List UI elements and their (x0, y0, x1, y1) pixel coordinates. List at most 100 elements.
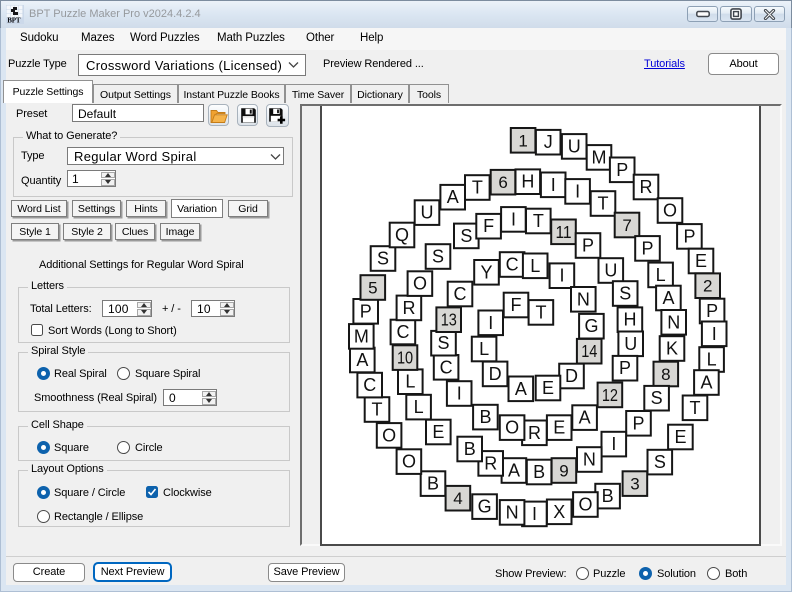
svg-text:D: D (565, 366, 578, 386)
svg-text:P: P (582, 236, 594, 256)
svg-text:A: A (662, 288, 674, 308)
svg-text:L: L (414, 397, 424, 417)
svg-text:E: E (674, 427, 686, 447)
svg-text:8: 8 (661, 365, 670, 384)
svg-text:I: I (511, 209, 516, 229)
svg-text:R: R (402, 298, 415, 318)
svg-text:P: P (616, 160, 628, 180)
svg-text:H: H (521, 172, 534, 192)
svg-text:E: E (542, 378, 554, 398)
svg-text:A: A (356, 350, 368, 370)
svg-text:3: 3 (630, 475, 639, 494)
svg-text:M: M (354, 326, 369, 346)
svg-text:C: C (454, 284, 467, 304)
svg-text:O: O (578, 495, 592, 515)
svg-text:14: 14 (581, 341, 597, 361)
svg-text:I: I (551, 175, 556, 195)
svg-text:Q: Q (395, 225, 409, 245)
svg-text:O: O (413, 274, 427, 294)
svg-text:B: B (479, 407, 491, 427)
svg-text:12: 12 (602, 385, 618, 405)
svg-text:T: T (690, 398, 701, 418)
svg-text:D: D (489, 364, 502, 384)
svg-text:G: G (478, 497, 492, 517)
svg-text:E: E (695, 251, 707, 271)
svg-text:T: T (472, 178, 483, 198)
svg-text:T: T (533, 211, 544, 231)
svg-text:A: A (579, 408, 591, 428)
svg-text:I: I (611, 434, 616, 454)
svg-text:R: R (528, 423, 541, 443)
svg-text:P: P (642, 238, 654, 258)
svg-text:T: T (598, 194, 609, 214)
svg-text:R: R (640, 177, 653, 197)
svg-text:S: S (438, 333, 450, 353)
svg-text:H: H (623, 310, 636, 330)
svg-text:L: L (479, 339, 489, 359)
svg-text:A: A (447, 187, 459, 207)
svg-text:E: E (432, 422, 444, 442)
svg-text:P: P (360, 301, 372, 321)
svg-text:B: B (602, 486, 614, 506)
svg-text:13: 13 (441, 310, 457, 330)
svg-text:R: R (484, 453, 497, 473)
svg-text:U: U (568, 136, 581, 156)
svg-text:N: N (583, 450, 596, 470)
svg-text:C: C (506, 255, 519, 275)
svg-text:P: P (683, 226, 695, 246)
svg-text:I: I (712, 324, 717, 344)
svg-text:T: T (535, 302, 546, 322)
svg-text:A: A (700, 373, 712, 393)
svg-text:K: K (666, 339, 678, 359)
svg-text:J: J (544, 132, 553, 152)
svg-text:A: A (508, 461, 520, 481)
svg-text:F: F (483, 216, 494, 236)
svg-text:N: N (577, 289, 590, 309)
svg-text:S: S (460, 226, 472, 246)
svg-text:S: S (651, 388, 663, 408)
svg-text:O: O (402, 452, 416, 472)
svg-text:N: N (667, 312, 680, 332)
svg-text:S: S (432, 247, 444, 267)
svg-text:L: L (656, 265, 666, 285)
svg-text:N: N (506, 502, 519, 522)
svg-text:P: P (706, 301, 718, 321)
svg-text:C: C (440, 357, 453, 377)
svg-text:P: P (633, 413, 645, 433)
svg-text:10: 10 (397, 348, 413, 368)
svg-text:I: I (575, 181, 580, 201)
svg-text:O: O (663, 201, 677, 221)
svg-text:C: C (396, 322, 409, 342)
svg-text:7: 7 (622, 216, 631, 235)
svg-text:L: L (707, 350, 717, 370)
svg-text:B: B (427, 474, 439, 494)
svg-text:I: I (457, 384, 462, 404)
svg-text:U: U (421, 203, 434, 223)
svg-text:4: 4 (453, 489, 462, 508)
svg-text:5: 5 (368, 279, 377, 298)
svg-text:I: I (488, 313, 493, 333)
svg-text:E: E (553, 418, 565, 438)
svg-text:11: 11 (556, 222, 572, 242)
svg-text:L: L (405, 372, 415, 392)
svg-text:T: T (372, 400, 383, 420)
svg-text:L: L (530, 256, 540, 276)
svg-text:B: B (464, 439, 476, 459)
svg-text:6: 6 (498, 173, 507, 192)
svg-text:O: O (382, 425, 396, 445)
svg-text:U: U (624, 334, 637, 354)
svg-text:S: S (377, 249, 389, 269)
svg-text:Y: Y (481, 262, 493, 282)
svg-text:P: P (619, 358, 631, 378)
svg-text:2: 2 (703, 277, 712, 296)
svg-text:M: M (592, 147, 607, 167)
svg-text:1: 1 (518, 131, 527, 150)
svg-text:X: X (553, 502, 565, 522)
svg-text:U: U (604, 261, 617, 281)
svg-text:I: I (532, 504, 537, 524)
svg-text:C: C (363, 375, 376, 395)
svg-text:F: F (511, 295, 522, 315)
svg-text:9: 9 (559, 462, 568, 481)
svg-text:B: B (533, 462, 545, 482)
svg-text:G: G (584, 316, 598, 336)
